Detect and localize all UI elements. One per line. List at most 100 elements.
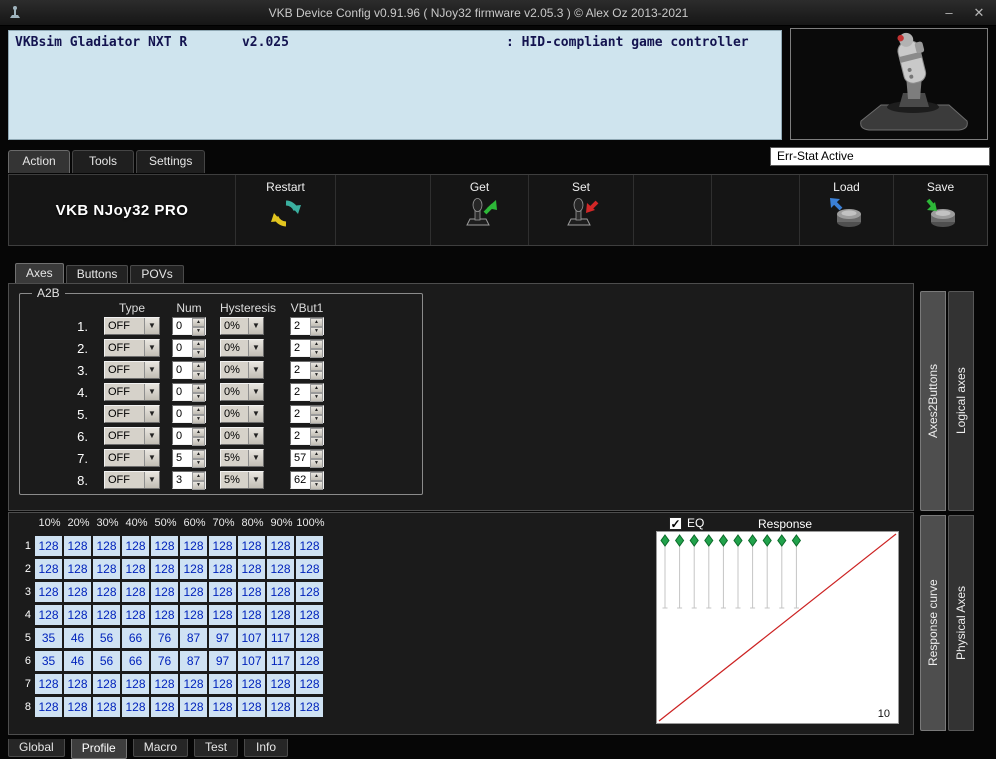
curve-cell[interactable]: 76 (151, 627, 178, 648)
curve-cell[interactable]: 128 (151, 696, 178, 717)
eq-checkbox[interactable]: ✓ EQ (669, 516, 704, 530)
tab-macro[interactable]: Macro (132, 739, 189, 757)
curve-cell[interactable]: 128 (180, 581, 207, 602)
chevron-down-icon[interactable]: ▼ (248, 362, 263, 378)
spin-down-icon[interactable]: ▼ (310, 437, 323, 446)
response-chart[interactable]: 10 (656, 531, 899, 724)
curve-cell[interactable]: 128 (296, 558, 323, 579)
curve-cell[interactable]: 128 (296, 535, 323, 556)
chevron-down-icon[interactable]: ▼ (248, 384, 263, 400)
chevron-down-icon[interactable]: ▼ (248, 428, 263, 444)
chevron-down-icon[interactable]: ▼ (144, 428, 159, 444)
spin-down-icon[interactable]: ▼ (192, 415, 205, 424)
curve-cell[interactable]: 128 (267, 696, 294, 717)
curve-cell[interactable]: 107 (238, 627, 265, 648)
spin-up-icon[interactable]: ▲ (192, 362, 205, 371)
spin-up-icon[interactable]: ▲ (310, 384, 323, 393)
curve-cell[interactable]: 46 (64, 650, 91, 671)
curve-cell[interactable]: 128 (64, 673, 91, 694)
num-spinner[interactable]: 0 ▲ ▼ (172, 317, 206, 336)
spin-up-icon[interactable]: ▲ (310, 340, 323, 349)
vbut-spinner[interactable]: 2 ▲ ▼ (290, 405, 324, 424)
curve-cell[interactable]: 128 (238, 673, 265, 694)
curve-cell[interactable]: 46 (64, 627, 91, 648)
spin-down-icon[interactable]: ▼ (310, 327, 323, 336)
hysteresis-dropdown[interactable]: 0% ▼ (220, 383, 264, 401)
eq-slider-handle[interactable] (733, 534, 743, 547)
spin-up-icon[interactable]: ▲ (192, 340, 205, 349)
set-button[interactable]: Set (529, 175, 634, 245)
curve-cell[interactable]: 117 (267, 627, 294, 648)
curve-cell[interactable]: 66 (122, 627, 149, 648)
curve-cell[interactable]: 128 (238, 696, 265, 717)
save-button[interactable]: Save (894, 175, 987, 245)
curve-cell[interactable]: 128 (267, 673, 294, 694)
close-button[interactable]: ✕ (964, 3, 994, 23)
curve-cell[interactable]: 128 (151, 604, 178, 625)
eq-slider-handle[interactable] (747, 534, 758, 547)
curve-cell[interactable]: 128 (238, 535, 265, 556)
num-spinner[interactable]: 5 ▲ ▼ (172, 449, 206, 468)
curve-cell[interactable]: 76 (151, 650, 178, 671)
curve-cell[interactable]: 128 (296, 650, 323, 671)
side-tab-physical-axes[interactable]: Physical Axes (948, 515, 974, 731)
curve-cell[interactable]: 128 (267, 558, 294, 579)
restart-button[interactable]: Restart (236, 175, 336, 245)
eq-slider-handle[interactable] (704, 534, 714, 547)
curve-cell[interactable]: 128 (122, 673, 149, 694)
spin-up-icon[interactable]: ▲ (192, 384, 205, 393)
eq-slider-handle[interactable] (689, 534, 699, 547)
vbut-spinner[interactable]: 57 ▲ ▼ (290, 449, 324, 468)
chevron-down-icon[interactable]: ▼ (144, 472, 159, 488)
spin-down-icon[interactable]: ▼ (192, 437, 205, 446)
curve-cell[interactable]: 66 (122, 650, 149, 671)
spin-up-icon[interactable]: ▲ (192, 406, 205, 415)
hysteresis-dropdown[interactable]: 5% ▼ (220, 449, 264, 467)
curve-cell[interactable]: 128 (209, 696, 236, 717)
spin-down-icon[interactable]: ▼ (310, 393, 323, 402)
curve-cell[interactable]: 128 (64, 696, 91, 717)
curve-cell[interactable]: 128 (296, 673, 323, 694)
curve-cell[interactable]: 128 (209, 581, 236, 602)
hysteresis-dropdown[interactable]: 0% ▼ (220, 361, 264, 379)
hysteresis-dropdown[interactable]: 0% ▼ (220, 339, 264, 357)
curve-cell[interactable]: 128 (151, 673, 178, 694)
spin-up-icon[interactable]: ▲ (310, 450, 323, 459)
spin-down-icon[interactable]: ▼ (192, 459, 205, 468)
tab-settings[interactable]: Settings (136, 150, 206, 173)
eq-slider-handle[interactable] (660, 534, 670, 547)
curve-cell[interactable]: 128 (64, 604, 91, 625)
curve-cell[interactable]: 97 (209, 627, 236, 648)
curve-cell[interactable]: 128 (35, 673, 62, 694)
curve-cell[interactable]: 128 (180, 673, 207, 694)
vbut-spinner[interactable]: 2 ▲ ▼ (290, 317, 324, 336)
spin-down-icon[interactable]: ▼ (192, 481, 205, 490)
curve-cell[interactable]: 128 (122, 558, 149, 579)
chevron-down-icon[interactable]: ▼ (144, 450, 159, 466)
curve-cell[interactable]: 128 (93, 535, 120, 556)
chevron-down-icon[interactable]: ▼ (248, 450, 263, 466)
curve-cell[interactable]: 128 (180, 696, 207, 717)
chevron-down-icon[interactable]: ▼ (248, 318, 263, 334)
curve-cell[interactable]: 128 (209, 673, 236, 694)
chevron-down-icon[interactable]: ▼ (248, 340, 263, 356)
spin-down-icon[interactable]: ▼ (310, 459, 323, 468)
load-button[interactable]: Load (800, 175, 894, 245)
type-dropdown[interactable]: OFF ▼ (104, 317, 160, 335)
spin-up-icon[interactable]: ▲ (310, 472, 323, 481)
num-spinner[interactable]: 0 ▲ ▼ (172, 427, 206, 446)
eq-slider-handle[interactable] (777, 534, 787, 547)
tab-info[interactable]: Info (244, 739, 289, 757)
spin-down-icon[interactable]: ▼ (310, 415, 323, 424)
curve-cell[interactable]: 128 (180, 558, 207, 579)
type-dropdown[interactable]: OFF ▼ (104, 427, 160, 445)
curve-cell[interactable]: 128 (64, 535, 91, 556)
tab-global[interactable]: Global (8, 739, 65, 757)
side-tab-logical-axes[interactable]: Logical axes (948, 291, 974, 511)
spin-up-icon[interactable]: ▲ (192, 450, 205, 459)
spin-up-icon[interactable]: ▲ (192, 472, 205, 481)
num-spinner[interactable]: 0 ▲ ▼ (172, 361, 206, 380)
curve-cell[interactable]: 128 (267, 535, 294, 556)
num-spinner[interactable]: 0 ▲ ▼ (172, 383, 206, 402)
err-stat-field[interactable]: Err-Stat Active (770, 147, 990, 166)
